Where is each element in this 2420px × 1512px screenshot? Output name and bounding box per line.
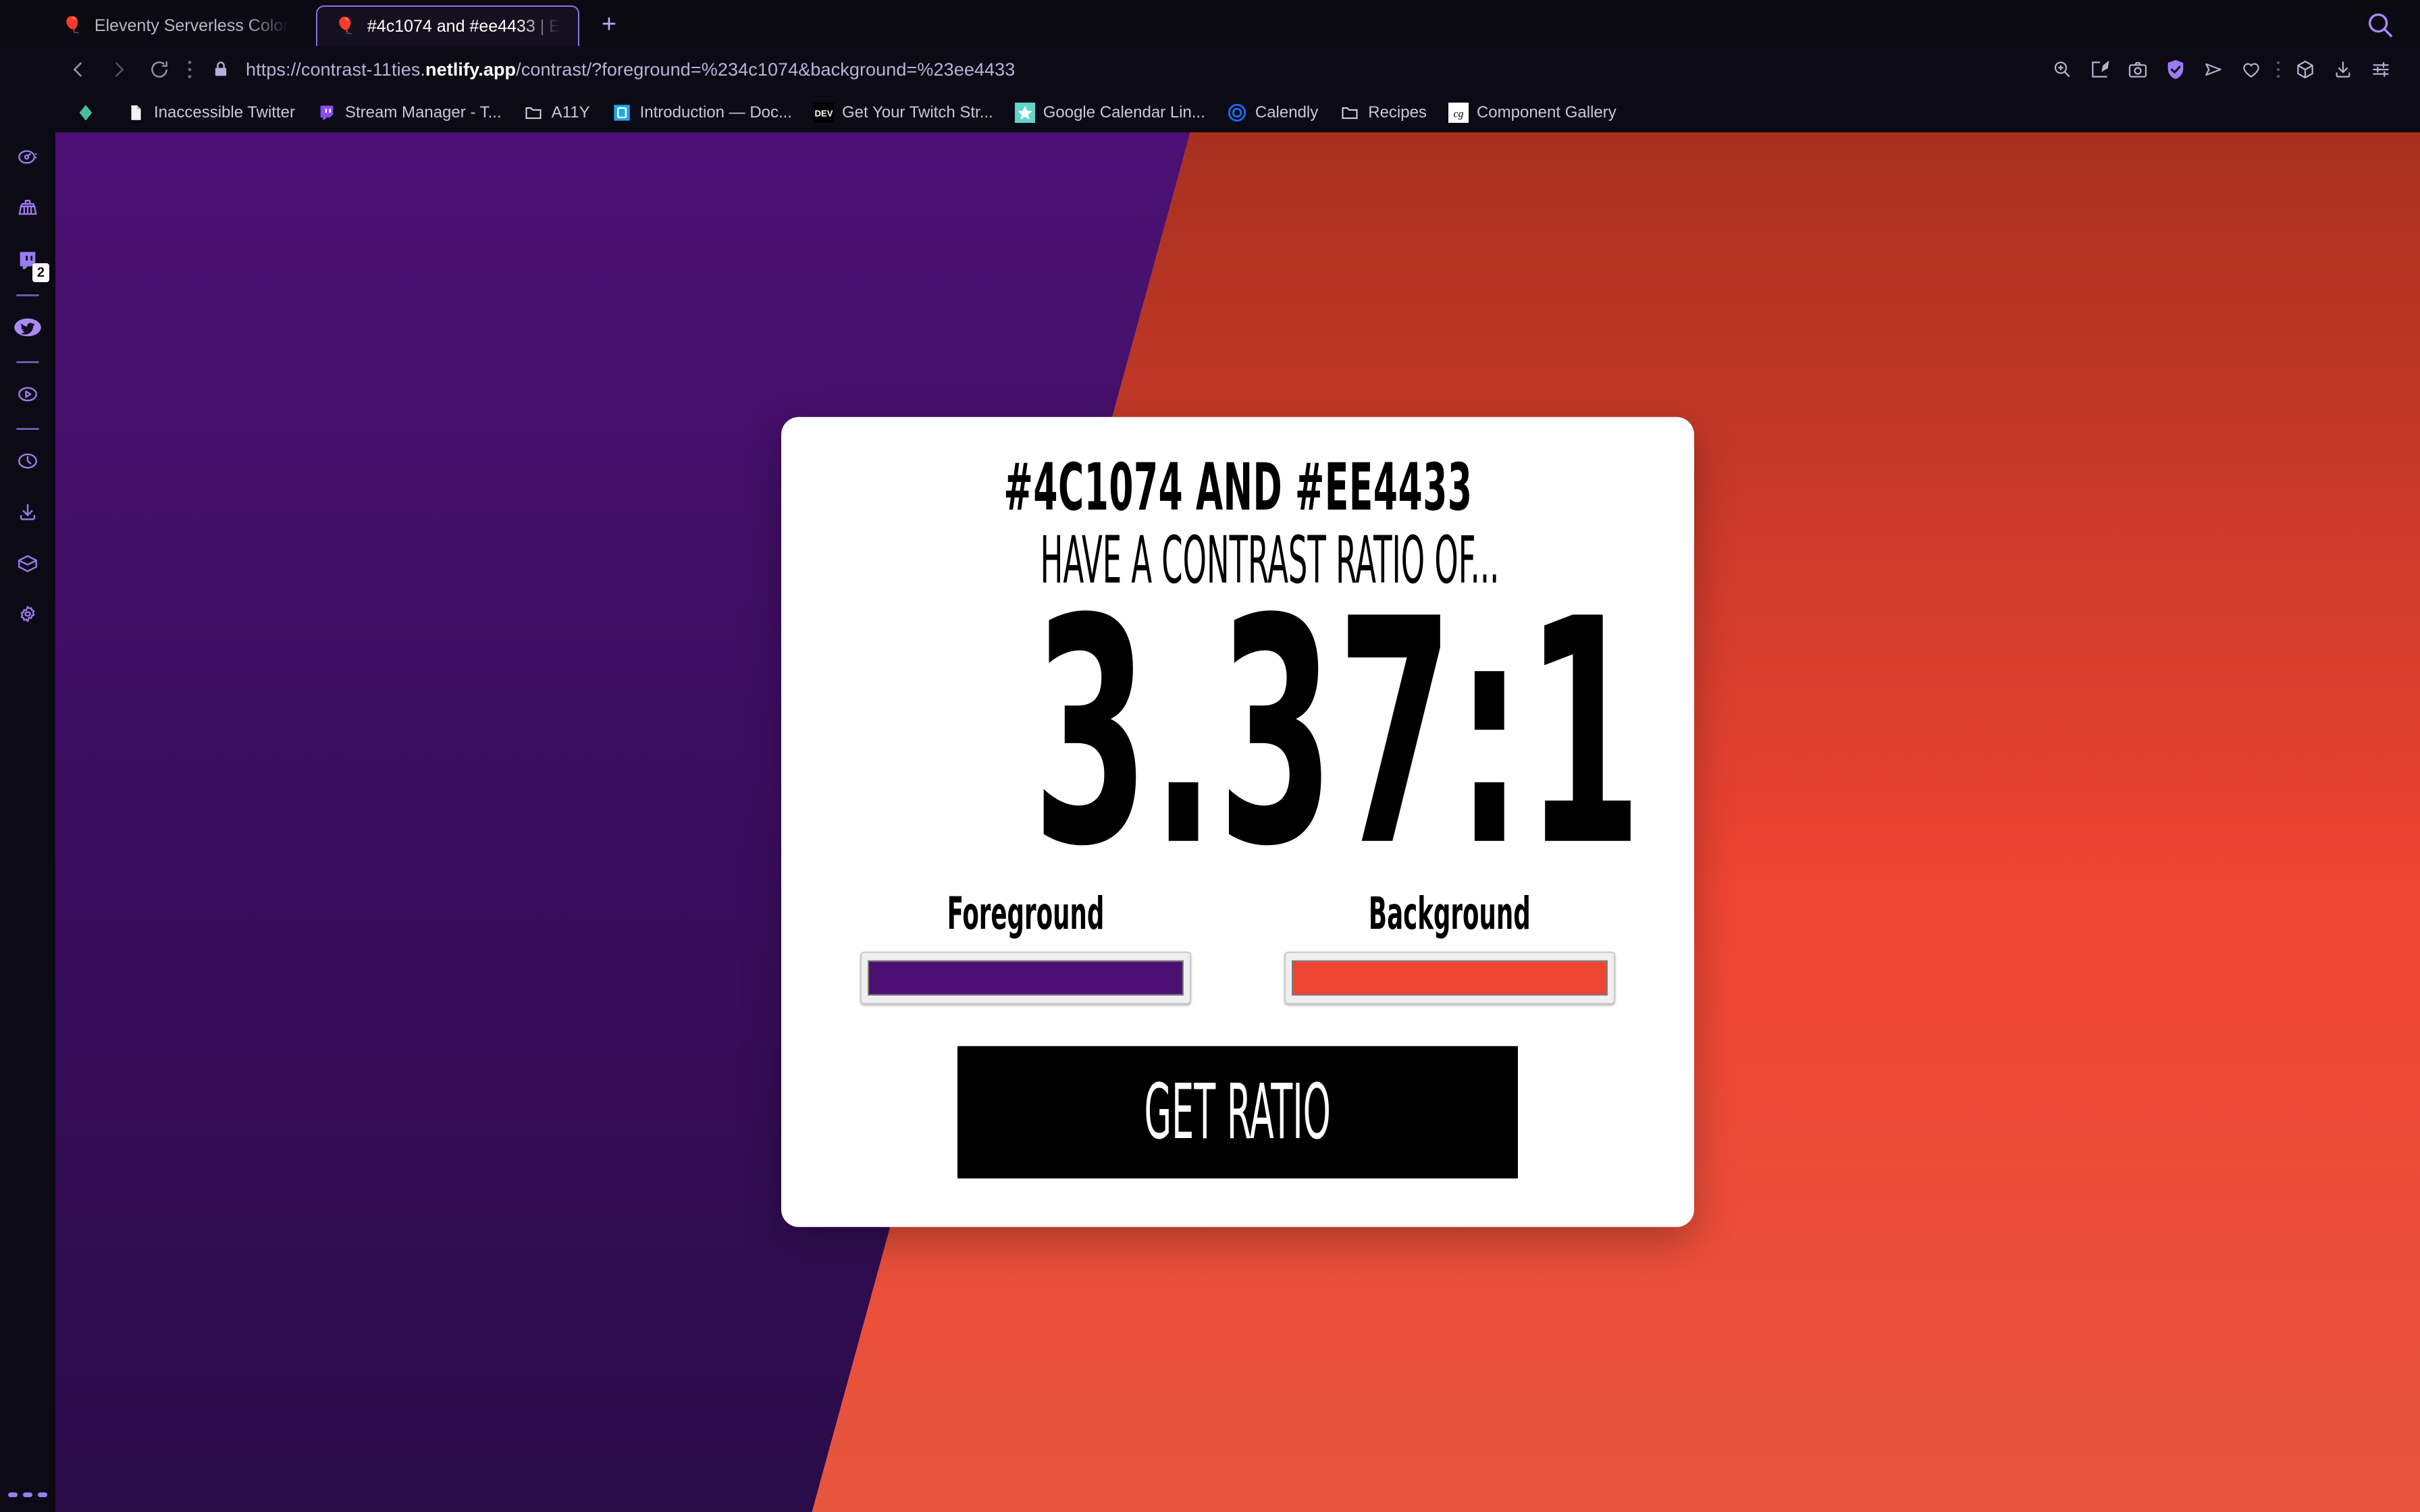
rail-divider xyxy=(16,361,39,363)
address-bar[interactable]: https://contrast-11ties.netlify.app/cont… xyxy=(0,46,2420,93)
rail-divider xyxy=(16,428,39,430)
sliders-icon[interactable] xyxy=(2362,51,2400,88)
status-badge: 2 xyxy=(32,263,49,282)
browser-toolbar xyxy=(2043,51,2400,88)
ellipsis-icon[interactable] xyxy=(8,1492,47,1497)
page-title: #4C1074 AND #EE4433 xyxy=(828,449,1647,525)
cube-icon xyxy=(16,552,39,578)
foreground-color-input[interactable] xyxy=(860,952,1191,1005)
bookmark-label: Get Your Twitch Str... xyxy=(842,103,993,122)
url-scheme: https://contrast-11ties. xyxy=(246,59,426,80)
shield-check-icon[interactable] xyxy=(2157,51,2194,88)
background-label-text: Background xyxy=(1369,888,1531,940)
sidebar-item-player[interactable] xyxy=(7,370,48,421)
bookmark-label: A11Y xyxy=(551,103,590,122)
bookmark-item[interactable]: Stream Manager - T... xyxy=(306,97,512,128)
vertical-dots-icon[interactable] xyxy=(2270,51,2286,88)
tab-title: #4c1074 and #ee4433 | Eleventy xyxy=(367,16,560,36)
bookmark-label: Component Gallery xyxy=(1476,103,1616,122)
download-icon[interactable] xyxy=(2324,51,2362,88)
twitch-icon xyxy=(317,103,337,123)
send-icon[interactable] xyxy=(2194,51,2232,88)
sidebar-item-dashboard[interactable] xyxy=(7,134,48,185)
get-ratio-button[interactable]: GET RATIO xyxy=(957,1046,1518,1179)
sidebar-item-cleaner[interactable] xyxy=(7,185,48,236)
bookmark-item[interactable]: Introduction — Doc... xyxy=(601,97,803,128)
left-rail: 2 xyxy=(0,120,55,1512)
bookmark-label: Calendly xyxy=(1255,103,1319,122)
background-color-input[interactable] xyxy=(1284,952,1615,1005)
result-card: #4C1074 AND #EE4433 HAVE A CONTRAST RATI… xyxy=(781,416,1694,1228)
dev-icon: DEV xyxy=(814,103,835,123)
bookmark-item[interactable]: DEV Get Your Twitch Str... xyxy=(803,97,1004,128)
blue-square-icon xyxy=(612,103,632,123)
bookmark-item[interactable]: Recipes xyxy=(1329,97,1438,128)
bookmark-label: Stream Manager - T... xyxy=(344,103,502,122)
chevron-right-icon[interactable] xyxy=(99,49,139,90)
rail-divider xyxy=(16,294,39,296)
bookmark-item[interactable] xyxy=(65,97,115,128)
twitter-icon xyxy=(13,317,43,342)
balloon-icon: 🎈 xyxy=(335,17,355,35)
camera-icon[interactable] xyxy=(2119,51,2157,88)
chevron-left-icon[interactable] xyxy=(58,49,99,90)
bookmark-label: Inaccessible Twitter xyxy=(154,103,295,122)
clock-icon xyxy=(16,450,39,476)
tab-strip: 🎈 Eleventy Serverless Color Contr 🎈 #4c1… xyxy=(0,0,2420,46)
page-icon xyxy=(126,103,146,123)
bookmarks-bar: Inaccessible Twitter Stream Manager - T.… xyxy=(0,93,2420,132)
new-tab-button[interactable]: + xyxy=(590,5,628,43)
diamond-icon xyxy=(76,103,96,123)
bookmark-item[interactable]: Google Calendar Lin... xyxy=(1004,97,1216,128)
dashboard-icon xyxy=(16,146,39,173)
play-circle-icon xyxy=(16,383,39,409)
bookmark-item[interactable]: cg Component Gallery xyxy=(1438,97,1627,128)
bookmark-item[interactable]: Inaccessible Twitter xyxy=(115,97,306,128)
bookmark-item[interactable]: A11Y xyxy=(512,97,601,128)
page-viewport: #4C1074 AND #EE4433 HAVE A CONTRAST RATI… xyxy=(55,132,2420,1512)
folder-icon xyxy=(1340,103,1360,123)
background-color-swatch xyxy=(1292,961,1608,996)
browser-tab-inactive[interactable]: 🎈 Eleventy Serverless Color Contr xyxy=(45,5,308,46)
tab-title: Eleventy Serverless Color Contr xyxy=(94,16,290,35)
foreground-label-text: Foreground xyxy=(947,888,1105,940)
gear-icon xyxy=(16,603,39,630)
lock-icon xyxy=(200,60,242,79)
reload-icon[interactable] xyxy=(139,49,180,90)
search-icon[interactable] xyxy=(2365,9,2396,40)
sidebar-item-extensions[interactable] xyxy=(7,539,48,591)
sidebar-item-twitch[interactable]: 2 xyxy=(7,236,49,288)
bookmark-label: Google Calendar Lin... xyxy=(1043,103,1205,122)
zoom-in-icon[interactable] xyxy=(2043,51,2081,88)
broom-icon xyxy=(16,198,39,224)
url-path: /contrast/?foreground=%234c1074&backgrou… xyxy=(516,59,1016,80)
sidebar-item-history[interactable] xyxy=(7,437,48,488)
sidebar-item-twitter[interactable] xyxy=(7,303,48,354)
contrast-ratio-text: 3.37:1 xyxy=(1032,553,1645,915)
bookmark-label: Recipes xyxy=(1368,103,1427,122)
bookmark-label: Introduction — Doc... xyxy=(639,103,793,122)
pin-tab-icon[interactable] xyxy=(2081,51,2119,88)
contrast-ratio-value: 3.37:1 xyxy=(828,553,1647,915)
browser-tab-active[interactable]: 🎈 #4c1074 and #ee4433 | Eleventy xyxy=(316,5,579,46)
url-domain: netlify.app xyxy=(425,59,517,80)
svg-text:DEV: DEV xyxy=(815,109,833,119)
cg-icon: cg xyxy=(1448,103,1469,123)
calendly-icon xyxy=(1227,103,1247,123)
foreground-color-swatch xyxy=(868,961,1184,996)
get-ratio-label: GET RATIO xyxy=(1144,1069,1332,1157)
svg-text:cg: cg xyxy=(1453,109,1463,120)
folder-icon xyxy=(523,103,544,123)
url-text[interactable]: https://contrast-11ties.netlify.app/cont… xyxy=(242,59,1015,80)
vertical-dots-icon[interactable] xyxy=(180,60,200,79)
heart-icon[interactable] xyxy=(2232,51,2270,88)
download-icon xyxy=(16,501,39,527)
page-title-text: #4C1074 AND #EE4433 xyxy=(1003,449,1473,525)
star-icon xyxy=(1014,103,1035,123)
cube-icon[interactable] xyxy=(2286,51,2324,88)
balloon-icon: 🎈 xyxy=(62,16,82,34)
sidebar-item-settings[interactable] xyxy=(7,591,48,642)
bookmark-item[interactable]: Calendly xyxy=(1216,97,1329,128)
sidebar-item-downloads[interactable] xyxy=(7,488,48,539)
